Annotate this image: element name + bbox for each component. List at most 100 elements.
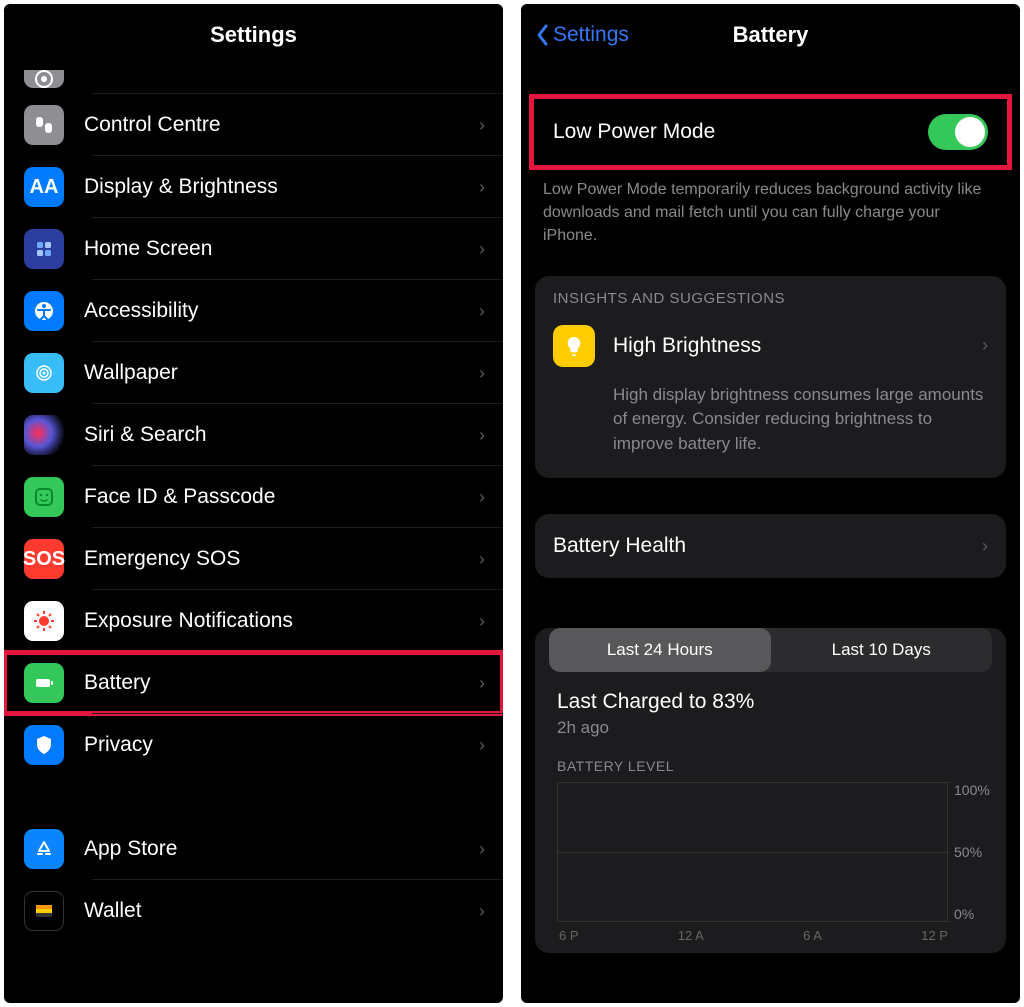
- settings-row-siri[interactable]: Siri & Search›: [4, 404, 503, 466]
- insight-row[interactable]: High Brightness ›: [535, 315, 1006, 377]
- access-icon: [24, 291, 64, 331]
- x-label: 12 A: [678, 928, 704, 943]
- chevron-right-icon: ›: [479, 177, 485, 198]
- siri-icon: [24, 415, 64, 455]
- chevron-right-icon: ›: [479, 839, 485, 860]
- home-icon: [24, 229, 64, 269]
- x-label: 6 P: [559, 928, 579, 943]
- settings-list[interactable]: Control Centre›AADisplay & Brightness›Ho…: [4, 66, 503, 1003]
- chevron-right-icon: ›: [479, 487, 485, 508]
- row-label: Wallpaper: [84, 361, 479, 385]
- chart-area: [557, 782, 948, 922]
- settings-row-home[interactable]: Home Screen›: [4, 218, 503, 280]
- row-label: Face ID & Passcode: [84, 485, 479, 509]
- time-range-segment[interactable]: Last 24 Hours Last 10 Days: [549, 628, 992, 672]
- exposure-icon: [24, 601, 64, 641]
- low-power-toggle[interactable]: [928, 114, 988, 150]
- nav-bar: Settings Battery: [521, 4, 1020, 66]
- x-label: 12 P: [921, 928, 948, 943]
- nav-bar: Settings: [4, 4, 503, 66]
- x-axis-labels: 6 P 12 A 6 A 12 P: [557, 922, 998, 943]
- settings-row-exposure[interactable]: Exposure Notifications›: [4, 590, 503, 652]
- row-label: Privacy: [84, 733, 479, 757]
- settings-row-faceid[interactable]: Face ID & Passcode›: [4, 466, 503, 528]
- control-icon: [24, 105, 64, 145]
- chevron-right-icon: ›: [479, 363, 485, 384]
- battery-screen: Settings Battery Low Power Mode Low Powe…: [521, 4, 1020, 1003]
- settings-row-battery[interactable]: Battery›: [4, 652, 503, 714]
- battery-level-chart: BATTERY LEVEL 100% 50% 0% 6 P: [535, 752, 1006, 953]
- wallet-icon: [24, 891, 64, 931]
- faceid-icon: [24, 477, 64, 517]
- settings-row-wallet[interactable]: Wallet›: [4, 880, 503, 942]
- row-label: Siri & Search: [84, 423, 479, 447]
- row-label: Display & Brightness: [84, 175, 479, 199]
- chart-title: BATTERY LEVEL: [557, 758, 998, 774]
- chevron-right-icon: ›: [479, 549, 485, 570]
- low-power-label: Low Power Mode: [553, 120, 928, 144]
- chevron-right-icon: ›: [479, 673, 485, 694]
- settings-row-general[interactable]: [4, 66, 503, 94]
- appstore-icon: [24, 829, 64, 869]
- battery-health-card: Battery Health ›: [535, 514, 1006, 578]
- row-label: Wallet: [84, 899, 479, 923]
- settings-screen: Settings Control Centre›AADisplay & Brig…: [4, 4, 503, 1003]
- settings-row-display[interactable]: AA Display & Brightness›: [4, 156, 503, 218]
- settings-row-control[interactable]: Control Centre›: [4, 94, 503, 156]
- low-power-mode-row[interactable]: Low Power Mode: [531, 96, 1010, 168]
- bulb-icon: [553, 325, 595, 367]
- nav-title: Battery: [733, 22, 809, 48]
- battery-health-label: Battery Health: [553, 534, 982, 558]
- sos-icon: SOS: [24, 539, 64, 579]
- low-power-row-highlight: Low Power Mode: [531, 96, 1010, 168]
- y-label: 50%: [954, 844, 998, 860]
- chevron-right-icon: ›: [479, 735, 485, 756]
- last-charged-block: Last Charged to 83% 2h ago: [535, 686, 1006, 752]
- wallpaper-icon: [24, 353, 64, 393]
- display-icon: AA: [24, 167, 64, 207]
- general-icon: [24, 70, 64, 88]
- y-axis-labels: 100% 50% 0%: [948, 782, 998, 922]
- last-charged-sub: 2h ago: [557, 718, 984, 738]
- row-label: Emergency SOS: [84, 547, 479, 571]
- settings-row-sos[interactable]: SOS Emergency SOS›: [4, 528, 503, 590]
- insight-description: High display brightness consumes large a…: [535, 377, 1006, 479]
- chevron-right-icon: ›: [479, 425, 485, 446]
- chevron-left-icon: [535, 23, 549, 47]
- chevron-right-icon: ›: [479, 115, 485, 136]
- row-label: Exposure Notifications: [84, 609, 479, 633]
- tab-last-10-days[interactable]: Last 10 Days: [771, 628, 993, 672]
- y-label: 0%: [954, 906, 998, 922]
- back-button[interactable]: Settings: [535, 23, 629, 47]
- battery-health-row[interactable]: Battery Health ›: [535, 514, 1006, 578]
- back-label: Settings: [553, 23, 629, 47]
- privacy-icon: [24, 725, 64, 765]
- row-label: Battery: [84, 671, 479, 695]
- battery-icon: [24, 663, 64, 703]
- insights-header: INSIGHTS AND SUGGESTIONS: [535, 276, 1006, 315]
- usage-card: Last 24 Hours Last 10 Days Last Charged …: [535, 628, 1006, 953]
- chevron-right-icon: ›: [479, 611, 485, 632]
- chevron-right-icon: ›: [479, 901, 485, 922]
- last-charged-title: Last Charged to 83%: [557, 690, 984, 714]
- x-label: 6 A: [803, 928, 822, 943]
- chevron-right-icon: ›: [479, 239, 485, 260]
- y-label: 100%: [954, 782, 998, 798]
- row-label: Home Screen: [84, 237, 479, 261]
- insight-title: High Brightness: [613, 334, 982, 358]
- chevron-right-icon: ›: [479, 301, 485, 322]
- settings-row-appstore[interactable]: App Store›: [4, 818, 503, 880]
- settings-row-access[interactable]: Accessibility›: [4, 280, 503, 342]
- row-label: App Store: [84, 837, 479, 861]
- settings-row-wallpaper[interactable]: Wallpaper›: [4, 342, 503, 404]
- row-label: Accessibility: [84, 299, 479, 323]
- tab-last-24-hours[interactable]: Last 24 Hours: [549, 628, 771, 672]
- battery-content[interactable]: Low Power Mode Low Power Mode temporaril…: [521, 66, 1020, 1003]
- chevron-right-icon: ›: [982, 335, 988, 356]
- insights-card: INSIGHTS AND SUGGESTIONS High Brightness…: [535, 276, 1006, 479]
- settings-row-privacy[interactable]: Privacy›: [4, 714, 503, 776]
- low-power-description: Low Power Mode temporarily reduces backg…: [521, 168, 1020, 276]
- chevron-right-icon: ›: [982, 536, 988, 557]
- row-label: Control Centre: [84, 113, 479, 137]
- nav-title: Settings: [210, 22, 297, 48]
